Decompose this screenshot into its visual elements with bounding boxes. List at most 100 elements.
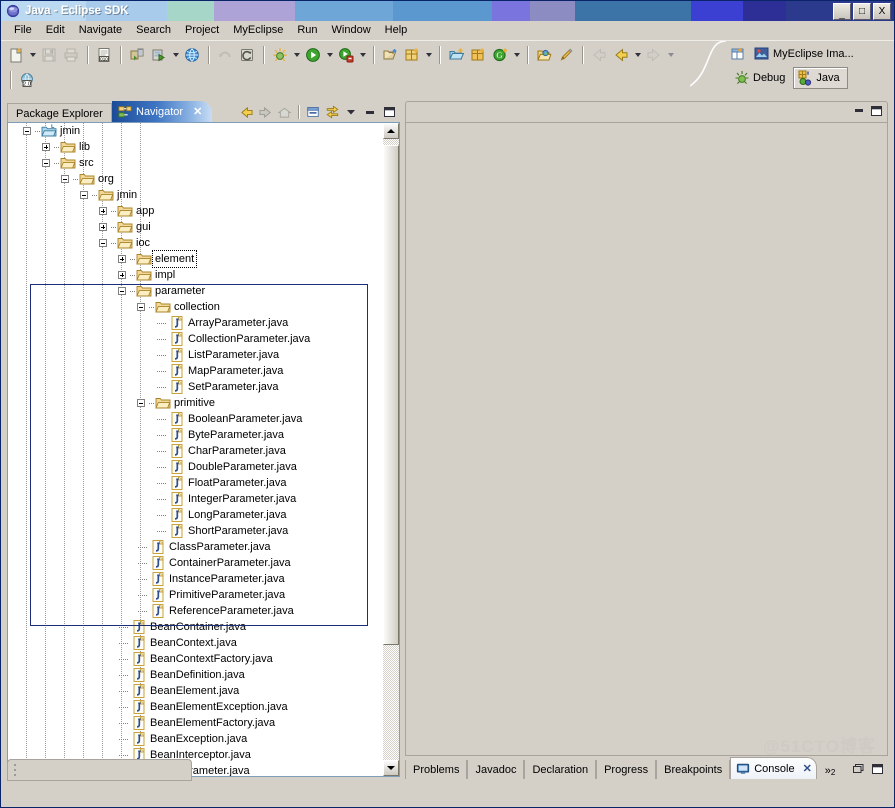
tree-item[interactable]: lib — [8, 139, 399, 155]
run-dropdown-arrow-icon[interactable] — [324, 44, 335, 66]
menu-item-search[interactable]: Search — [129, 23, 178, 37]
open-perspective-icon[interactable] — [730, 46, 746, 62]
expand-icon[interactable] — [117, 267, 130, 283]
tree-item[interactable]: BeanElementFactory.java — [8, 715, 399, 731]
expand-icon[interactable] — [98, 203, 111, 219]
collapse-icon[interactable] — [98, 235, 111, 251]
view-menu-icon[interactable] — [342, 103, 360, 121]
tree-item[interactable]: InstanceParameter.java — [8, 571, 399, 587]
collapse-all-icon[interactable] — [304, 103, 322, 121]
new-jsp-button[interactable]: 010 — [93, 44, 115, 66]
maximize-icon[interactable] — [870, 105, 883, 120]
menu-item-myeclipse[interactable]: MyEclipse — [226, 23, 290, 37]
menu-item-help[interactable]: Help — [378, 23, 415, 37]
new-annotation-button[interactable]: G — [489, 44, 511, 66]
tree-item[interactable]: BeanDefinition.java — [8, 667, 399, 683]
tree-item[interactable]: BeanContainer.java — [8, 619, 399, 635]
menu-item-file[interactable]: File — [7, 23, 39, 37]
editor-area-body[interactable] — [405, 123, 888, 756]
search-button[interactable] — [555, 44, 577, 66]
scrollbar-thumb[interactable] — [383, 145, 399, 645]
collapse-icon[interactable] — [60, 171, 73, 187]
print-button[interactable] — [60, 44, 82, 66]
tree-item[interactable]: impl — [8, 267, 399, 283]
forward-icon[interactable] — [256, 103, 274, 121]
new-wizard-button[interactable] — [5, 44, 27, 66]
jdk-version-button[interactable]: 2.0 — [16, 69, 38, 91]
tree-item[interactable]: CollectionParameter.java — [8, 331, 399, 347]
perspective-button-java[interactable]: Java — [793, 67, 848, 89]
expand-icon[interactable] — [117, 251, 130, 267]
perspective-myeclipse-image[interactable]: MyEclipse Ima... — [750, 44, 858, 64]
tree-item[interactable]: BeanContextFactory.java — [8, 651, 399, 667]
run-server-dropdown-arrow-icon[interactable] — [170, 44, 181, 66]
navigator-tree-pane[interactable]: jmin lib src org jmin app gui ioc element impl par… — [7, 122, 400, 777]
new-class-button[interactable] — [467, 44, 489, 66]
tree-item[interactable]: collection — [8, 299, 399, 315]
collapse-icon[interactable] — [136, 395, 149, 411]
tree-item[interactable]: gui — [8, 219, 399, 235]
tree-item[interactable]: ListParameter.java — [8, 347, 399, 363]
tree-item[interactable]: DoubleParameter.java — [8, 459, 399, 475]
last-edit-location-button[interactable] — [236, 44, 258, 66]
tree-item[interactable]: CharParameter.java — [8, 443, 399, 459]
collapse-icon[interactable] — [41, 155, 54, 171]
scroll-up-button[interactable] — [383, 123, 399, 139]
tree-item[interactable]: ioc — [8, 235, 399, 251]
save-button[interactable] — [38, 44, 60, 66]
tree-item[interactable]: FloatParameter.java — [8, 475, 399, 491]
new-wizard-dropdown-arrow-icon[interactable] — [27, 44, 38, 66]
external-tools-dropdown-arrow-icon[interactable] — [357, 44, 368, 66]
tree-item[interactable]: app — [8, 203, 399, 219]
browser-button[interactable] — [181, 44, 203, 66]
tree-item[interactable]: BeanElement.java — [8, 683, 399, 699]
tree-item[interactable]: primitive — [8, 395, 399, 411]
tree-item[interactable]: ContainerParameter.java — [8, 555, 399, 571]
close-button[interactable]: X — [873, 3, 891, 20]
next-dropdown-arrow-icon[interactable] — [665, 44, 676, 66]
forward-dropdown-arrow-icon[interactable] — [632, 44, 643, 66]
tree-item[interactable]: BooleanParameter.java — [8, 411, 399, 427]
new-annotation-dropdown-arrow-icon[interactable] — [511, 44, 522, 66]
forward-button[interactable] — [610, 44, 632, 66]
collapse-icon[interactable] — [117, 283, 130, 299]
menu-item-run[interactable]: Run — [290, 23, 324, 37]
minimize-button[interactable]: _ — [833, 3, 851, 20]
tree-item[interactable]: BeanElementException.java — [8, 699, 399, 715]
tree-item[interactable]: PrimitiveParameter.java — [8, 587, 399, 603]
menu-item-project[interactable]: Project — [178, 23, 226, 37]
tree-item[interactable]: ReferenceParameter.java — [8, 603, 399, 619]
external-tools-button[interactable] — [335, 44, 357, 66]
menu-item-window[interactable]: Window — [325, 23, 378, 37]
tree-item[interactable]: jmin — [8, 187, 399, 203]
minimize-icon[interactable] — [853, 105, 865, 120]
deploy-button[interactable] — [126, 44, 148, 66]
open-resource-button[interactable] — [533, 44, 555, 66]
tree-item[interactable]: src — [8, 155, 399, 171]
minimize-icon[interactable] — [361, 103, 379, 121]
tree-item[interactable]: ClassParameter.java — [8, 539, 399, 555]
new-package-dropdown-arrow-icon[interactable] — [423, 44, 434, 66]
tree-item[interactable]: BeanException.java — [8, 731, 399, 747]
tree-item[interactable]: LongParameter.java — [8, 507, 399, 523]
previous-annotation-button[interactable] — [214, 44, 236, 66]
collapse-icon[interactable] — [136, 299, 149, 315]
tab-package-explorer[interactable]: Package Explorer — [7, 103, 112, 123]
tree-item[interactable]: element — [8, 250, 399, 268]
expand-icon[interactable] — [41, 139, 54, 155]
next-button[interactable] — [643, 44, 665, 66]
new-package-button[interactable] — [401, 44, 423, 66]
run-button[interactable] — [302, 44, 324, 66]
tab-navigator[interactable]: Navigator ✕ — [112, 101, 213, 122]
home-icon[interactable] — [275, 103, 293, 121]
tree-item[interactable]: jmin — [8, 123, 399, 139]
tree-item[interactable]: ArrayParameter.java — [8, 315, 399, 331]
expand-icon[interactable] — [98, 219, 111, 235]
maximize-button[interactable]: □ — [853, 3, 871, 20]
open-type-button[interactable] — [379, 44, 401, 66]
tree-item[interactable]: BeanContext.java — [8, 635, 399, 651]
tree-item[interactable]: parameter — [8, 283, 399, 299]
tab-navigator-close-icon[interactable]: ✕ — [193, 105, 202, 118]
collapse-icon[interactable] — [22, 123, 35, 139]
maximize-icon[interactable] — [380, 103, 398, 121]
